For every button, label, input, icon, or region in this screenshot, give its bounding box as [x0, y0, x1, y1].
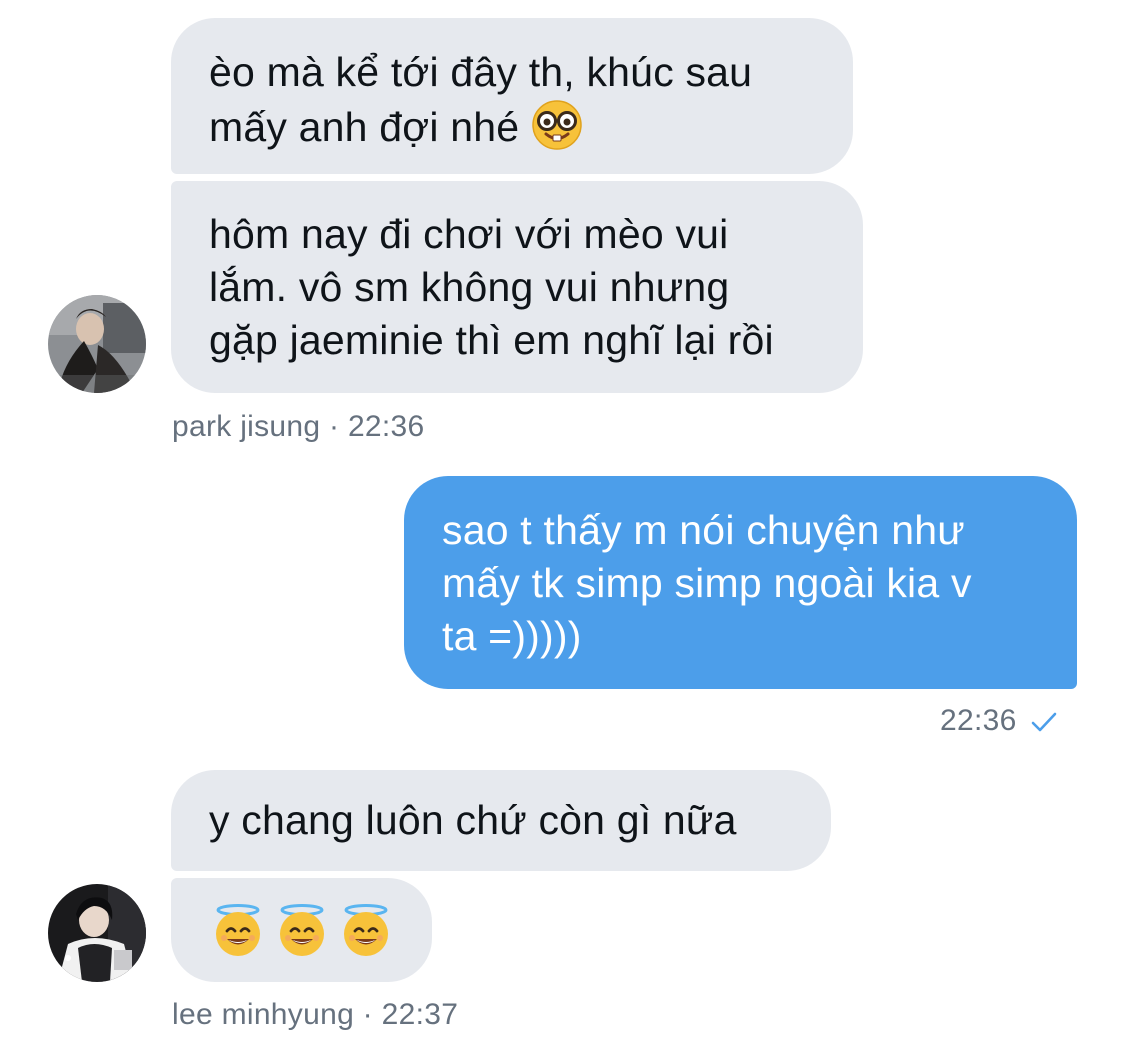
smiling-face-with-halo-emoji-icon: [280, 904, 324, 956]
emoji-row: [211, 904, 432, 958]
message-text: mấy tk simp simp ngoài kia v: [442, 560, 972, 606]
nerd-face-emoji-icon: [532, 100, 582, 150]
message-text: hôm nay đi chơi với mèo vui: [209, 211, 729, 257]
message-text: sao t thấy m nói chuyện như: [442, 507, 965, 553]
avatar[interactable]: [48, 295, 146, 393]
message-bubble[interactable]: èo mà kể tới đây th, khúc sau mấy anh đợ…: [171, 18, 853, 174]
message-time: 22:36: [940, 704, 1017, 737]
message-text: lắm. vô sm không vui nhưng: [209, 264, 730, 310]
checkmark-icon: [1031, 712, 1056, 732]
message-text-line: mấy anh đợi nhé: [209, 104, 531, 150]
message-meta: park jisung · 22:36: [172, 410, 425, 443]
message-text: mấy anh đợi nhé: [209, 99, 853, 154]
message-text: èo mà kể tới đây th, khúc sau: [209, 49, 753, 95]
smiling-face-with-halo-emoji-icon: [216, 904, 260, 956]
avatar[interactable]: [48, 884, 146, 982]
message-meta: 22:36: [940, 704, 1057, 738]
message-text: gặp jaeminie thì em nghĩ lại rồi: [209, 317, 774, 363]
message-bubble[interactable]: [171, 878, 432, 982]
message-text: ta =))))): [442, 613, 582, 659]
smiling-face-with-halo-emoji-icon: [344, 904, 388, 956]
message-bubble[interactable]: y chang luôn chứ còn gì nữa: [171, 770, 831, 871]
message-meta: lee minhyung · 22:37: [172, 998, 459, 1031]
message-bubble-outgoing[interactable]: sao t thấy m nói chuyện như mấy tk simp …: [404, 476, 1077, 689]
message-text: y chang luôn chứ còn gì nữa: [209, 797, 737, 843]
user-avatar-icon: [48, 884, 146, 982]
message-bubble[interactable]: hôm nay đi chơi với mèo vui lắm. vô sm k…: [171, 181, 863, 393]
user-avatar-icon: [48, 295, 146, 393]
